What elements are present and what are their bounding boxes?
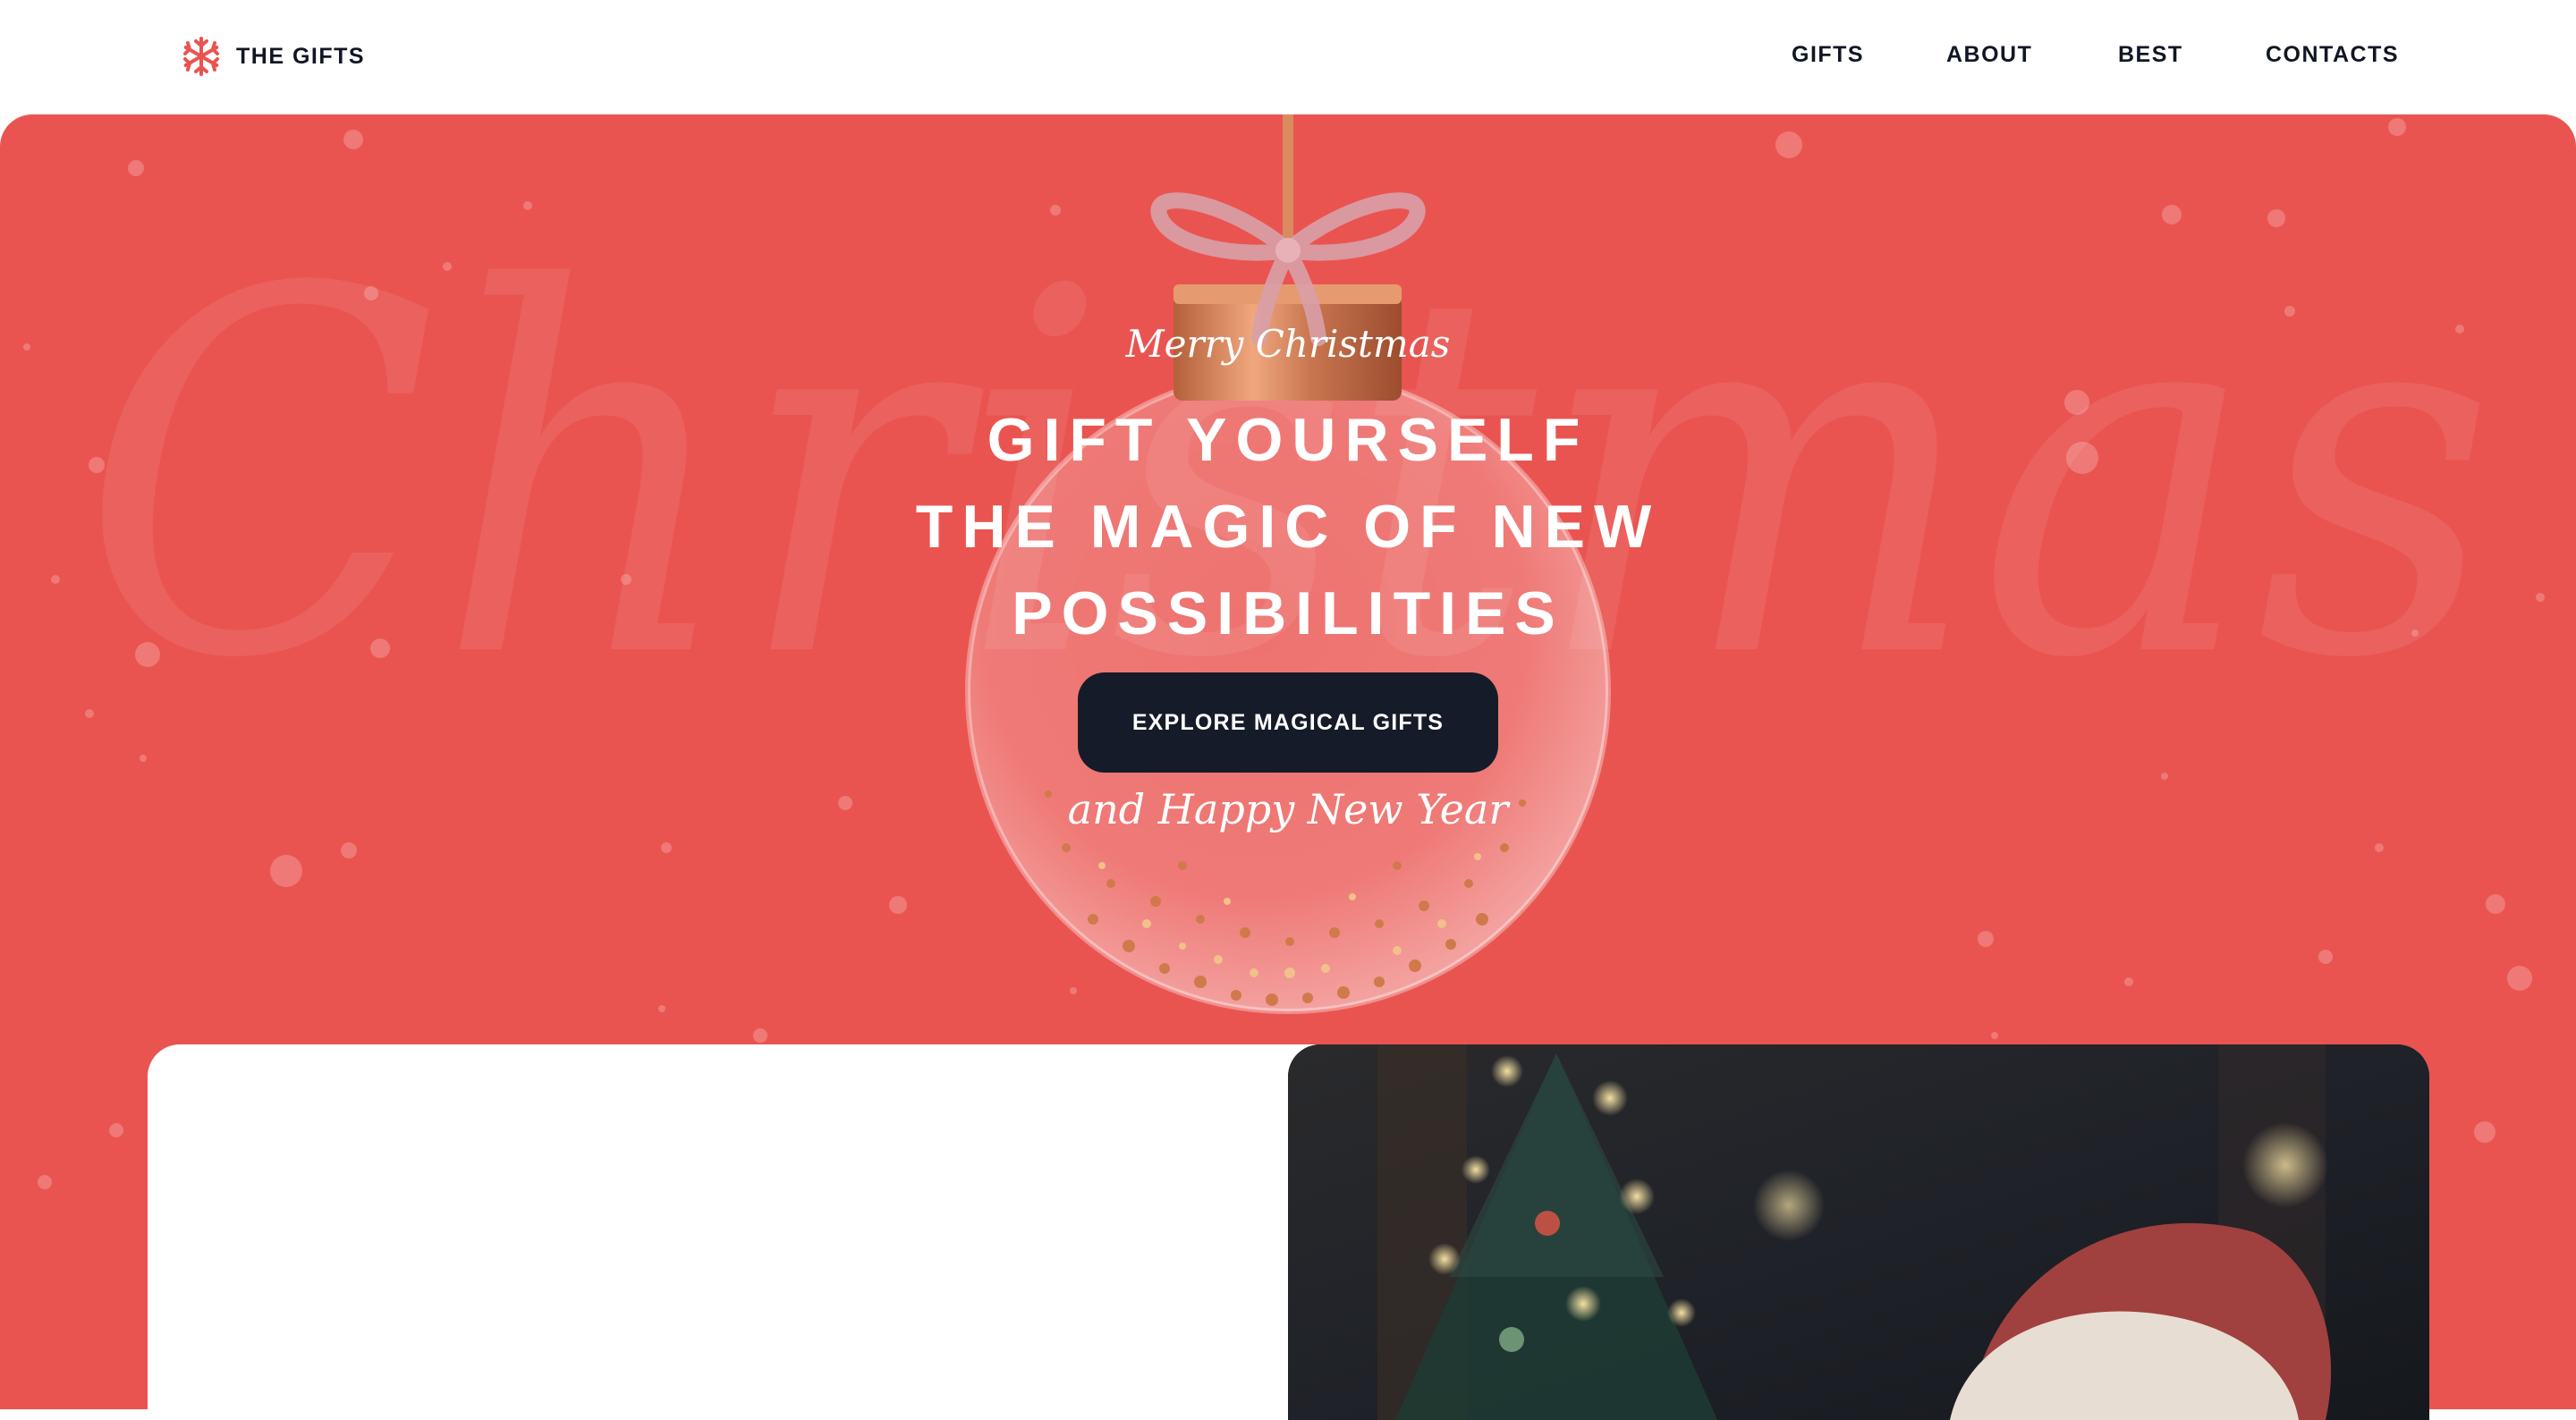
nav-item-contacts[interactable]: CONTACTS (2266, 42, 2399, 68)
hero-headline: GIFT YOURSELF THE MAGIC OF NEW POSSIBILI… (0, 397, 2576, 657)
site-header: THE GIFTS GIFTS ABOUT BEST CONTACTS (0, 0, 2576, 114)
headline-line-1: GIFT YOURSELF (987, 406, 1589, 474)
happy-new-year-text: and Happy New Year (1067, 785, 1509, 833)
nav-item-about[interactable]: ABOUT (1946, 42, 2032, 68)
headline-line-3: POSSIBILITIES (1012, 579, 1564, 647)
santa-christmas-tree-photo (1288, 1044, 2429, 1420)
headline-line-2: THE MAGIC OF NEW (915, 493, 1661, 561)
nav-item-best[interactable]: BEST (2118, 42, 2183, 68)
explore-gifts-button[interactable]: EXPLORE MAGICAL GIFTS (1078, 672, 1498, 773)
main-nav: GIFTS ABOUT BEST CONTACTS (0, 0, 2576, 114)
santa-photo-illustration (1288, 1044, 2429, 1420)
promo-card (148, 1044, 1328, 1420)
merry-christmas-text: Merry Christmas (1125, 322, 1451, 366)
nav-item-gifts[interactable]: GIFTS (1792, 42, 1864, 68)
